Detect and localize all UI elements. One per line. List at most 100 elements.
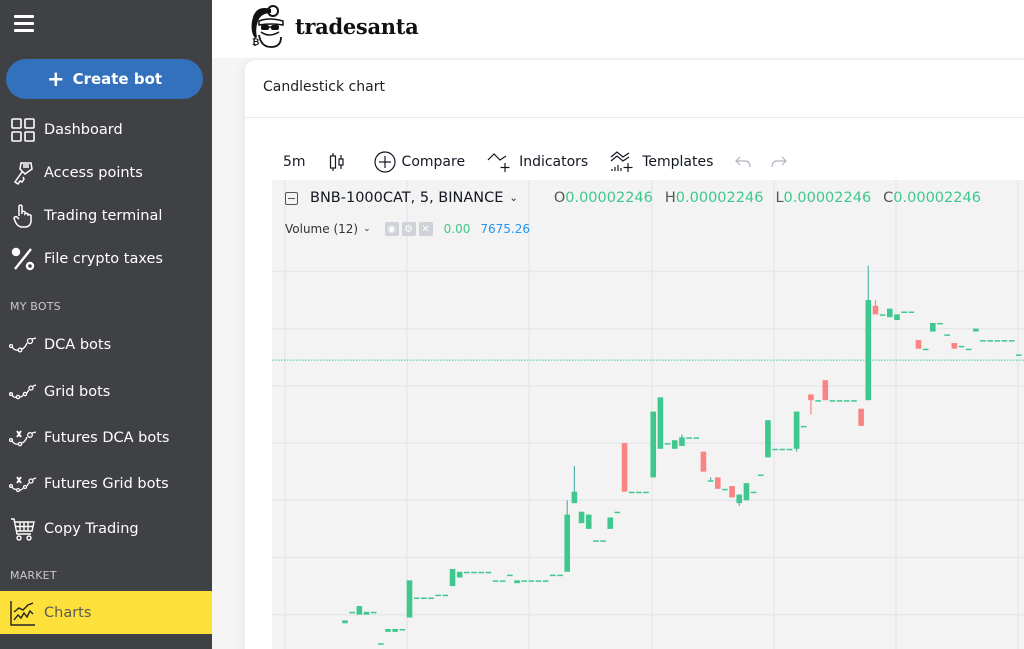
volume-label[interactable]: Volume (12): [285, 222, 358, 236]
section-label-my-bots: MY BOTS: [10, 300, 61, 313]
candlestick-chart[interactable]: [272, 180, 1024, 649]
templates-button[interactable]: Templates: [610, 151, 713, 173]
chevron-down-icon[interactable]: ⌄: [363, 224, 371, 234]
candle-up: [542, 580, 549, 582]
candle-up: [664, 443, 671, 445]
sidebar-item-access-points[interactable]: Access points: [0, 155, 212, 191]
candle-up: [614, 511, 621, 514]
sidebar-item-copy-trading[interactable]: Copy Trading: [0, 511, 212, 547]
sidebar-item-label: Charts: [44, 604, 92, 621]
candle-up: [564, 514, 571, 572]
volume-value: 0.00: [443, 222, 471, 236]
sidebar-item-label: Futures Grid bots: [44, 476, 169, 492]
candle-up: [887, 308, 893, 318]
create-bot-label: Create bot: [72, 70, 163, 88]
candle-up: [743, 483, 750, 501]
candle-down: [621, 443, 628, 492]
candle-up: [657, 397, 664, 449]
section-label-market: MARKET: [10, 569, 57, 582]
eye-icon[interactable]: ◉: [384, 222, 399, 236]
candle-up: [428, 597, 434, 600]
candle-up: [399, 628, 406, 631]
candle-up: [578, 511, 585, 524]
compare-button[interactable]: Compare: [373, 151, 465, 173]
candle-up: [650, 411, 657, 478]
open-key: O: [553, 190, 566, 206]
candle-up: [492, 580, 499, 582]
candle-up: [600, 540, 606, 542]
collapse-legend-icon[interactable]: [285, 191, 298, 205]
candle-up: [421, 597, 427, 600]
gear-icon[interactable]: ⚙: [401, 222, 416, 236]
candle-down: [729, 485, 735, 498]
sidebar-item-futures-grid-bots[interactable]: Futures Grid bots: [0, 466, 212, 502]
volume-ma-value: 7675.26: [480, 222, 530, 236]
chart-type-button[interactable]: [328, 152, 352, 172]
indicators-button[interactable]: Indicators: [487, 151, 588, 173]
plus-icon: +: [46, 66, 65, 91]
candle-up: [1001, 340, 1008, 342]
candle-up: [456, 571, 463, 578]
candle-up: [786, 448, 793, 451]
candle-up: [471, 571, 477, 574]
brand-logo[interactable]: ₿ tradesanta: [249, 3, 419, 49]
card-title: Candlestick chart: [263, 79, 385, 95]
chevron-down-icon[interactable]: ⌄: [509, 193, 517, 204]
candle-up: [385, 628, 391, 632]
candle-up: [485, 571, 492, 574]
candle-up: [628, 491, 635, 494]
menu-toggle-icon[interactable]: [14, 15, 34, 33]
candle-up: [772, 448, 778, 451]
close-key: C: [883, 190, 894, 206]
candle-up: [879, 314, 886, 316]
sidebar-item-charts[interactable]: Charts: [0, 591, 212, 634]
close-value: 0.00002246: [893, 190, 981, 206]
candle-up: [643, 491, 649, 494]
sidebar-item-file-crypto-taxes[interactable]: File crypto taxes: [0, 241, 212, 277]
undo-button[interactable]: [735, 156, 757, 168]
candle-up: [980, 340, 986, 342]
low-value: 0.00002246: [783, 190, 872, 206]
chart-area[interactable]: BNB-1000CAT, 5, BINANCE ⌄ O 0.00002246 H0…: [272, 180, 1024, 649]
candle-up: [973, 328, 979, 332]
candle-up: [557, 574, 563, 577]
candle-up: [671, 440, 678, 449]
pointer-hand-icon: [9, 203, 37, 229]
sidebar-item-grid-bots[interactable]: Grid bots: [0, 374, 212, 410]
candle-down: [714, 477, 721, 489]
redo-button[interactable]: [771, 156, 793, 168]
candle-down: [951, 342, 958, 349]
interval-button[interactable]: 5m: [283, 154, 306, 170]
high-value: 0.00002246: [675, 190, 764, 206]
candle-up: [922, 348, 929, 351]
create-bot-button[interactable]: + Create bot: [6, 59, 203, 99]
candle-up: [392, 628, 398, 632]
candle-up: [349, 611, 355, 614]
candles-icon: [329, 153, 344, 171]
candle-up: [707, 480, 714, 482]
sidebar-item-dca-bots[interactable]: DCA bots: [0, 327, 212, 363]
candle-up: [800, 425, 807, 428]
interval-label: 5m: [283, 154, 306, 170]
close-icon[interactable]: ✕: [418, 222, 433, 236]
top-header: ₿ tradesanta: [212, 0, 1024, 58]
indicators-icon: [487, 153, 510, 172]
candle-up: [356, 606, 363, 615]
candle-up: [722, 488, 728, 491]
undo-icon: [735, 156, 752, 168]
add-circle-icon: [373, 151, 396, 173]
sidebar-item-trading-terminal[interactable]: Trading terminal: [0, 198, 212, 234]
candle-up: [378, 643, 384, 645]
candle-up: [636, 491, 642, 494]
sidebar-item-dashboard[interactable]: Dashboard: [0, 112, 212, 148]
candle-up: [550, 574, 556, 577]
candle-up: [507, 574, 513, 577]
sidebar-item-label: File crypto taxes: [44, 251, 163, 267]
candle-up: [413, 597, 420, 600]
key-icon: [9, 160, 37, 186]
candle-down: [872, 305, 879, 315]
sidebar-item-futures-dca-bots[interactable]: Futures DCA bots: [0, 420, 212, 456]
symbol-label[interactable]: BNB-1000CAT, 5, BINANCE: [310, 190, 503, 206]
indicators-label: Indicators: [519, 154, 589, 170]
cart-icon: [9, 516, 37, 542]
